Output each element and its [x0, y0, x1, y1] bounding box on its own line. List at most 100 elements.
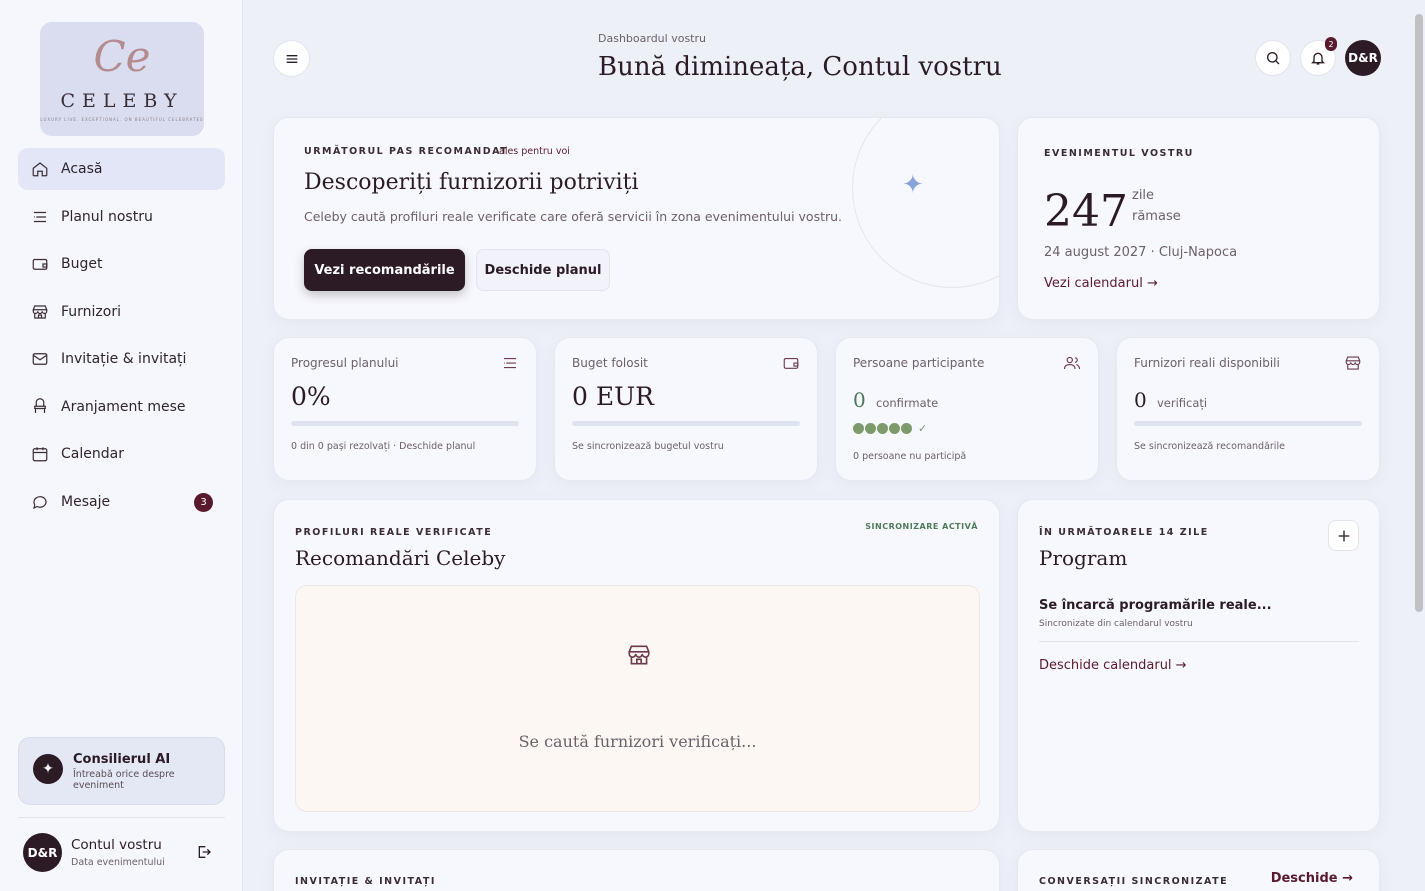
sync-status: SINCRONIZARE ACTIVĂ	[865, 522, 978, 531]
chat-icon	[33, 495, 47, 509]
chair-icon	[34, 397, 46, 413]
logo-monogram: Ce	[93, 32, 151, 81]
stat-unit: confirmate	[876, 396, 939, 410]
celeby-logo[interactable]: Ce CELEBY LUXURY LIVE. EXCEPTIONAL. ON B…	[40, 22, 204, 136]
sidebar-item-label: Calendar	[61, 446, 124, 462]
program-loading: Se încarcă programările reale...	[1039, 598, 1272, 613]
search-button[interactable]	[1255, 40, 1291, 76]
menu-button[interactable]	[273, 40, 310, 77]
list-icon	[504, 357, 516, 369]
open-conversations-link[interactable]: Deschide →	[1271, 871, 1353, 886]
conversations-eyebrow: CONVERSAȚII SINCRONIZATE	[1039, 876, 1229, 887]
guest-dots: ✓	[852, 422, 927, 435]
stat-card-progress: Progresul planului 0% 0 din 0 pași rezol…	[273, 337, 537, 481]
sidebar-nav: Acasă Planul nostru Buget Furnizori Invi…	[18, 148, 225, 528]
open-plan-button[interactable]: Deschide planul	[476, 249, 610, 291]
divider	[18, 817, 225, 818]
stat-footnote: Se sincronizează bugetul vostru	[572, 441, 724, 452]
scrollbar[interactable]	[1415, 14, 1423, 612]
unread-badge: 3	[194, 492, 213, 512]
program-eyebrow: ÎN URMĂTOARELE 14 ZILE	[1039, 527, 1209, 538]
header-avatar[interactable]: D&R	[1345, 40, 1381, 76]
event-date: 24 august 2027 · Cluj-Napoca	[1044, 245, 1238, 260]
next-step-title: Descoperiți furnizorii potriviți	[304, 170, 639, 195]
sidebar-item-aranjament-mese[interactable]: Aranjament mese	[18, 386, 225, 428]
check-icon: ✓	[918, 422, 928, 435]
bell-icon	[1311, 52, 1325, 65]
open-calendar-link[interactable]: Deschide calendarul →	[1039, 658, 1187, 673]
hamburger-icon	[286, 54, 297, 63]
sidebar-item-label: Acasă	[61, 161, 103, 177]
stat-value: 0	[853, 388, 866, 412]
remaining-label: rămase	[1132, 209, 1181, 224]
loading-text: Se caută furnizori verificați...	[518, 732, 757, 751]
home-icon	[32, 162, 48, 177]
next-step-card: ✦ URMĂTORUL PAS RECOMANDAT ales pentru v…	[273, 117, 1000, 320]
view-calendar-link[interactable]: Vezi calendarul →	[1044, 276, 1158, 291]
recommendations-eyebrow: PROFILURI REALE VERIFICATE	[295, 527, 493, 538]
event-eyebrow: EVENIMENTUL VOSTRU	[1044, 148, 1194, 159]
sidebar-item-label: Mesaje	[61, 493, 111, 510]
stat-value: 0%	[291, 382, 331, 411]
sidebar-item-planul-nostru[interactable]: Planul nostru	[18, 196, 225, 238]
users-icon	[1063, 356, 1081, 370]
stat-label: Progresul planului	[291, 356, 399, 370]
recommendations-empty-state: Se caută furnizori verificați...	[295, 585, 980, 812]
progress-bar	[291, 421, 519, 426]
user-subtitle: Data evenimentului	[71, 857, 165, 868]
stat-footnote: 0 persoane nu participă	[853, 451, 967, 462]
page-title: Bună dimineața, Contul vostru	[598, 52, 1002, 82]
progress-bar	[1134, 421, 1362, 426]
stat-label: Furnizori reali disponibili	[1134, 356, 1280, 370]
store-icon	[1345, 356, 1361, 370]
program-card: ÎN URMĂTOARELE 14 ZILE Program Se încarc…	[1017, 499, 1380, 832]
search-icon	[1267, 52, 1280, 65]
invites-eyebrow: INVITAȚIE & INVITAȚI	[295, 876, 436, 887]
logout-icon[interactable]	[196, 844, 212, 860]
avatar: D&R	[23, 833, 62, 872]
store-icon	[32, 304, 48, 319]
stat-value: 0 EUR	[572, 382, 654, 411]
recommendations-title: Recomandări Celeby	[295, 546, 506, 570]
plus-icon	[1338, 530, 1349, 541]
stat-unit: verificați	[1157, 396, 1208, 410]
ai-advisor-card[interactable]: ✦ Consilierul AI Întreabă orice despre e…	[18, 737, 225, 805]
stat-label: Buget folosit	[572, 356, 648, 370]
page-eyebrow: Dashboardul vostru	[598, 32, 706, 45]
next-step-text: Celeby caută profiluri reale verificate …	[304, 209, 843, 224]
sidebar: Ce CELEBY LUXURY LIVE. EXCEPTIONAL. ON B…	[0, 0, 243, 891]
recommendations-card: PROFILURI REALE VERIFICATE SINCRONIZARE …	[273, 499, 1000, 832]
sidebar-item-label: Buget	[61, 256, 103, 272]
logo-wordmark: CELEBY	[60, 90, 184, 112]
store-icon	[628, 645, 650, 665]
sidebar-item-label: Invitație & invitați	[61, 351, 187, 367]
guest-dot	[900, 422, 913, 435]
notification-count: 2	[1325, 37, 1337, 51]
sidebar-item-label: Planul nostru	[61, 208, 153, 225]
conversations-card: CONVERSAȚII SINCRONIZATE Deschide →	[1017, 849, 1380, 891]
view-recommendations-button[interactable]: Vezi recomandările	[304, 249, 465, 291]
sidebar-item-calendar[interactable]: Calendar	[18, 433, 225, 475]
sparkle-icon: ✦	[33, 754, 63, 784]
sidebar-item-buget[interactable]: Buget	[18, 243, 225, 285]
add-event-button[interactable]	[1328, 520, 1359, 551]
program-sub: Sincronizate din calendarul vostru	[1039, 619, 1193, 629]
stat-card-budget: Buget folosit 0 EUR Se sincronizează bug…	[554, 337, 818, 481]
mail-icon	[32, 353, 48, 365]
progress-bar	[572, 421, 800, 426]
notifications-button[interactable]: 2	[1300, 37, 1337, 76]
stat-footnote: 0 din 0 pași rezolvați · Deschide planul	[291, 441, 476, 452]
sidebar-item-mesaje[interactable]: Mesaje 3	[18, 481, 225, 523]
days-remaining: 247	[1044, 186, 1128, 237]
ai-advisor-subtitle: Întreabă orice despre eveniment	[73, 769, 175, 791]
user-name: Contul vostru	[71, 837, 162, 853]
list-icon	[34, 211, 46, 222]
logo-tagline: LUXURY LIVE. EXCEPTIONAL. ON BEAUTIFUL C…	[40, 117, 204, 122]
sidebar-item-acasa[interactable]: Acasă	[18, 148, 225, 190]
divider	[1039, 641, 1359, 642]
stat-card-guests: Persoane participante 0 confirmate ✓ 0 p…	[835, 337, 1099, 481]
stat-card-vendors: Furnizori reali disponibili 0 verificați…	[1116, 337, 1380, 481]
stat-footnote: Se sincronizează recomandările	[1134, 441, 1285, 452]
sidebar-item-furnizori[interactable]: Furnizori	[18, 291, 225, 333]
sidebar-item-invitatie[interactable]: Invitație & invitați	[18, 338, 225, 380]
